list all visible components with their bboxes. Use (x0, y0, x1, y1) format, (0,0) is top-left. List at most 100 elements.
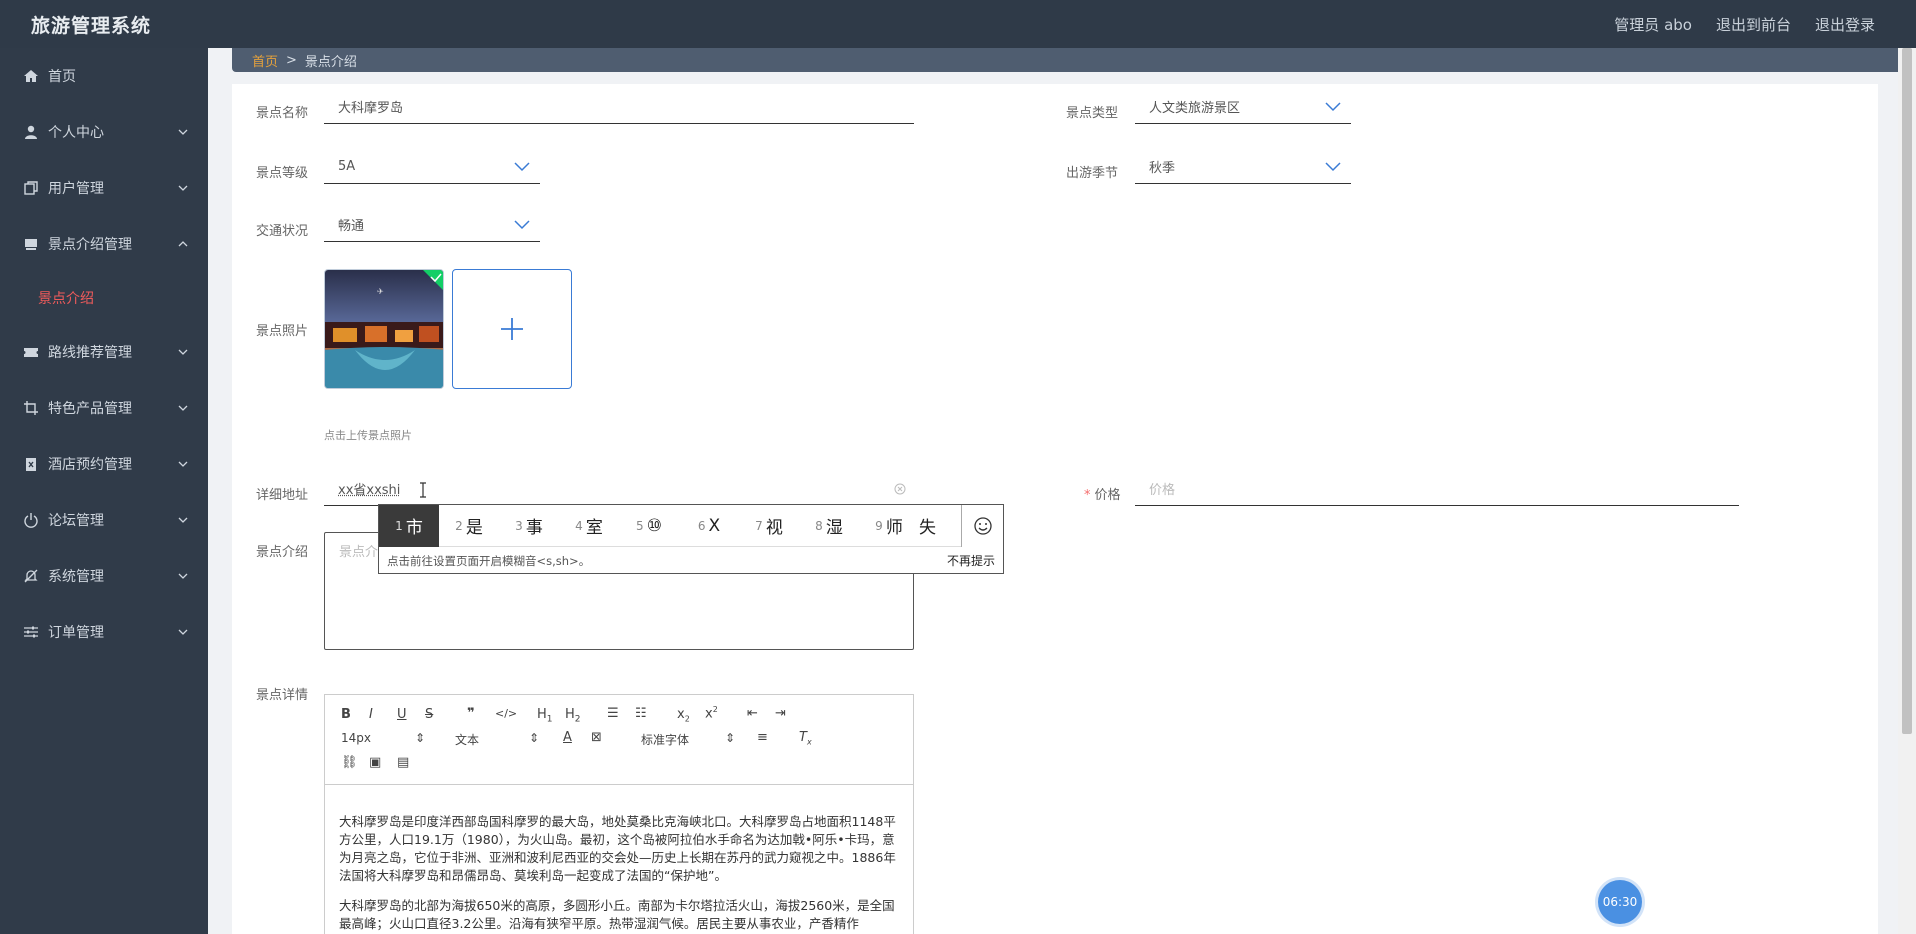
ime-candidate[interactable]: 6X (679, 505, 739, 547)
price-label-text: 价格 (1095, 488, 1121, 503)
traffic-select[interactable]: 畅通 (324, 208, 540, 242)
updown-icon: ⇕ (415, 731, 425, 745)
sidebar-item-system[interactable]: 系统管理 (0, 548, 208, 604)
ime-candidate[interactable]: 9师 (859, 505, 919, 547)
sidebar-item-label: 路线推荐管理 (48, 342, 132, 362)
breadcrumb-home[interactable]: 首页 (252, 51, 278, 70)
season-select[interactable]: 秋季 (1135, 150, 1351, 184)
underline-icon[interactable]: U (397, 707, 407, 722)
address-input[interactable]: xx省xxshi (324, 472, 914, 506)
image-icon[interactable]: ▣ (369, 755, 381, 770)
ime-candidate[interactable]: 1市 (379, 505, 439, 547)
link-icon[interactable]: ⛓ (341, 755, 358, 770)
candidate-number: 7 (755, 519, 763, 533)
ime-candidate[interactable]: 8湿 (799, 505, 859, 547)
sidebar-item-label: 首页 (48, 66, 76, 86)
sidebar-item-scenic[interactable]: 景点介绍管理 (0, 216, 208, 272)
crop-icon (22, 399, 40, 417)
sidebar: 首页 个人中心 用户管理 景点介绍管理 景点介绍 路线推荐管理 特色产品管理 酒… (0, 48, 208, 934)
logout-link[interactable]: 退出登录 (1815, 14, 1875, 35)
back-to-front-link[interactable]: 退出到前台 (1716, 14, 1791, 35)
ime-candidate[interactable]: 失 (919, 505, 965, 547)
candidate-number: 1 (395, 519, 403, 533)
chevron-down-icon (178, 515, 188, 525)
rich-text-editor: B I U S ❞ </> H1 H2 ☰ ☷ x2 x2 ⇤ ⇥ 14px ⇕ … (324, 694, 914, 934)
subscript-icon[interactable]: x2 (677, 707, 690, 724)
timer-badge[interactable]: 06:30 (1598, 880, 1642, 924)
photo-hint: 点击上传景点照片 (324, 427, 412, 443)
ime-candidate[interactable]: 4室 (559, 505, 619, 547)
sidebar-item-label: 系统管理 (48, 566, 104, 586)
sidebar-item-users[interactable]: 用户管理 (0, 160, 208, 216)
name-input[interactable]: 大科摩罗岛 (324, 90, 914, 124)
align-icon[interactable]: ≡ (757, 730, 768, 745)
italic-icon[interactable]: I (369, 707, 373, 722)
main-content: 首页 > 景点介绍 景点名称 大科摩罗岛 景点类型 人文类旅游景区 景点等级 5… (208, 48, 1898, 934)
photo-label: 景点照片 (256, 320, 308, 339)
ime-candidate[interactable]: 7视 (739, 505, 799, 547)
ime-dismiss-button[interactable]: 不再提示 (947, 552, 995, 569)
chevron-down-icon (1325, 102, 1341, 112)
ime-candidate[interactable]: 5⑩ (619, 505, 679, 547)
outdent-icon[interactable]: ⇤ (747, 706, 758, 721)
blockquote-icon[interactable]: ❞ (467, 706, 475, 721)
breadcrumb-current: 景点介绍 (305, 51, 357, 70)
emoji-button[interactable] (961, 505, 1003, 547)
type-select[interactable]: 人文类旅游景区 (1135, 90, 1351, 124)
indent-icon[interactable]: ⇥ (775, 706, 786, 721)
ordered-list-icon[interactable]: ☰ (607, 706, 619, 721)
heading1-icon[interactable]: H1 (537, 707, 553, 725)
strike-icon[interactable]: S (425, 707, 433, 722)
candidate-number: 4 (575, 519, 583, 533)
background-color-icon[interactable]: ⊠ (591, 730, 602, 745)
chevron-down-icon (178, 627, 188, 637)
candidate-char: ⑩ (647, 516, 662, 536)
scrollbar-thumb[interactable] (1902, 48, 1912, 734)
candidate-char: X (708, 516, 720, 536)
page-scrollbar[interactable] (1898, 48, 1916, 934)
photo-thumbnail[interactable]: ✈ (324, 269, 444, 389)
ime-hint-bar: 点击前往设置页面开启模糊音<s,sh>。 不再提示 (379, 547, 1003, 574)
clear-format-icon[interactable]: Tx (799, 730, 812, 747)
address-input-value: xx省xxshi (338, 479, 400, 498)
sidebar-item-orders[interactable]: 订单管理 (0, 604, 208, 660)
sidebar-item-routes[interactable]: 路线推荐管理 (0, 324, 208, 380)
sidebar-item-personal[interactable]: 个人中心 (0, 104, 208, 160)
sidebar-subitem-scenic-intro[interactable]: 景点介绍 (0, 272, 208, 324)
clear-icon[interactable] (894, 483, 906, 495)
ime-hint-text[interactable]: 点击前往设置页面开启模糊音<s,sh>。 (387, 553, 590, 569)
ticket-icon (22, 343, 40, 361)
season-select-value: 秋季 (1149, 157, 1175, 176)
font-color-icon[interactable]: A (563, 730, 572, 745)
ime-candidate[interactable]: 3事 (499, 505, 559, 547)
tray-icon (22, 235, 40, 253)
updown-icon: ⇕ (529, 731, 539, 745)
sidebar-item-products[interactable]: 特色产品管理 (0, 380, 208, 436)
level-label: 景点等级 (256, 162, 308, 181)
ime-candidate[interactable]: 2是 (439, 505, 499, 547)
editor-paragraph: 大科摩罗岛是印度洋西部岛国科摩罗的最大岛，地处莫桑比克海峡北口。大科摩罗岛占地面… (339, 813, 899, 885)
chevron-up-icon (178, 239, 188, 249)
bullet-list-icon[interactable]: ☷ (635, 706, 647, 721)
sidebar-item-hotel[interactable]: 酒店预约管理 (0, 436, 208, 492)
level-select[interactable]: 5A (324, 150, 540, 184)
sidebar-item-label: 景点介绍管理 (48, 234, 132, 254)
editor-content[interactable]: 大科摩罗岛是印度洋西部岛国科摩罗的最大岛，地处莫桑比克海峡北口。大科摩罗岛占地面… (325, 785, 913, 933)
top-bar: 旅游管理系统 管理员 abo 退出到前台 退出登录 (0, 0, 1916, 48)
price-input[interactable]: 价格 (1135, 472, 1739, 506)
upload-button[interactable] (452, 269, 572, 389)
chevron-down-icon (178, 459, 188, 469)
sidebar-item-home[interactable]: 首页 (0, 48, 208, 104)
editor-toolbar: B I U S ❞ </> H1 H2 ☰ ☷ x2 x2 ⇤ ⇥ 14px ⇕ … (325, 695, 913, 785)
superscript-icon[interactable]: x2 (705, 705, 718, 721)
heading2-icon[interactable]: H2 (565, 707, 581, 725)
video-icon[interactable]: ▤ (397, 755, 409, 770)
address-label: 详细地址 (256, 484, 308, 503)
bold-icon[interactable]: B (341, 707, 351, 722)
block-type-select[interactable]: 文本 ⇕ (455, 731, 479, 748)
code-icon[interactable]: </> (495, 707, 517, 720)
breadcrumb-separator: > (286, 53, 297, 68)
sidebar-item-forum[interactable]: 论坛管理 (0, 492, 208, 548)
font-size-select[interactable]: 14px ⇕ (341, 731, 371, 745)
font-family-select[interactable]: 标准字体 ⇕ (641, 731, 689, 748)
